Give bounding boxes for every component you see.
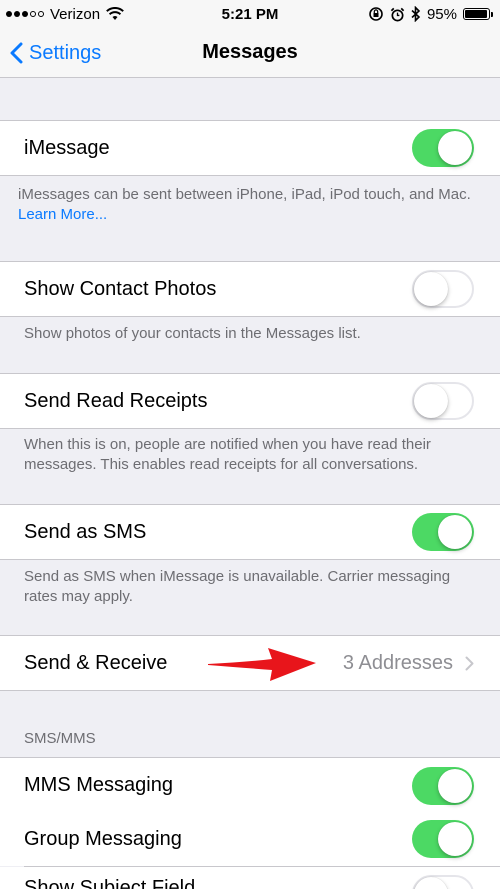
carrier-label: Verizon: [50, 5, 101, 23]
status-time: 5:21 PM: [221, 5, 279, 23]
imessage-label: iMessage: [24, 136, 110, 159]
subject-field-toggle[interactable]: [412, 875, 474, 889]
contact-photos-row: Show Contact Photos: [0, 261, 500, 317]
bluetooth-icon: [411, 6, 421, 22]
send-sms-footer: Send as SMS when iMessage is unavailable…: [24, 568, 451, 605]
battery-fill: [465, 10, 487, 18]
read-receipts-footer: When this is on, people are notified whe…: [24, 436, 431, 473]
sms-mms-section-header: SMS/MMS: [24, 730, 96, 747]
status-left: Verizon: [6, 6, 124, 23]
battery-icon: [463, 8, 493, 20]
mms-row: MMS Messaging: [0, 757, 500, 814]
alarm-icon: [390, 7, 405, 21]
send-receive-detail: 3 Addresses: [343, 652, 474, 675]
wifi-icon: [106, 7, 124, 20]
imessage-footer: iMessages can be sent between iPhone, iP…: [0, 185, 500, 225]
read-receipts-toggle[interactable]: [412, 382, 474, 420]
orientation-lock-icon: [369, 7, 383, 21]
back-label: Settings: [29, 41, 102, 64]
battery-percent: 95%: [426, 5, 457, 23]
page-title: Messages: [202, 41, 298, 63]
status-right: 95%: [368, 5, 493, 23]
annotation-arrow-icon: [208, 648, 316, 681]
group-messaging-row: Group Messaging: [0, 812, 500, 867]
imessage-footer-text: iMessages can be sent between iPhone, iP…: [18, 186, 471, 203]
read-receipts-label: Send Read Receipts: [24, 389, 208, 412]
signal-dots-icon: [6, 11, 44, 17]
contact-photos-label: Show Contact Photos: [24, 277, 217, 300]
send-receive-value: 3 Addresses: [342, 651, 453, 674]
imessage-row: iMessage: [0, 120, 500, 176]
contact-photos-toggle[interactable]: [412, 270, 474, 308]
subject-field-row: Show Subject Field: [0, 867, 500, 889]
nav-bar: Settings Messages: [0, 28, 500, 78]
contact-photos-footer: Show photos of your contacts in the Mess…: [24, 325, 361, 342]
send-sms-toggle[interactable]: [412, 513, 474, 551]
chevron-right-icon: [465, 656, 474, 670]
mms-toggle[interactable]: [412, 766, 474, 805]
chevron-left-icon: [10, 42, 23, 64]
back-button[interactable]: Settings: [10, 28, 101, 78]
status-bar: Verizon 5:21 PM 95%: [0, 0, 500, 28]
send-receive-label: Send & Receive: [24, 651, 168, 674]
send-sms-label: Send as SMS: [24, 520, 147, 543]
subject-field-label: Show Subject Field: [24, 877, 196, 889]
learn-more-link[interactable]: Learn More...: [18, 206, 107, 223]
imessage-toggle[interactable]: [412, 129, 474, 167]
read-receipts-row: Send Read Receipts: [0, 373, 500, 429]
mms-label: MMS Messaging: [24, 774, 173, 796]
group-messaging-toggle[interactable]: [412, 820, 474, 858]
send-sms-row: Send as SMS: [0, 504, 500, 560]
group-messaging-label: Group Messaging: [24, 827, 182, 850]
